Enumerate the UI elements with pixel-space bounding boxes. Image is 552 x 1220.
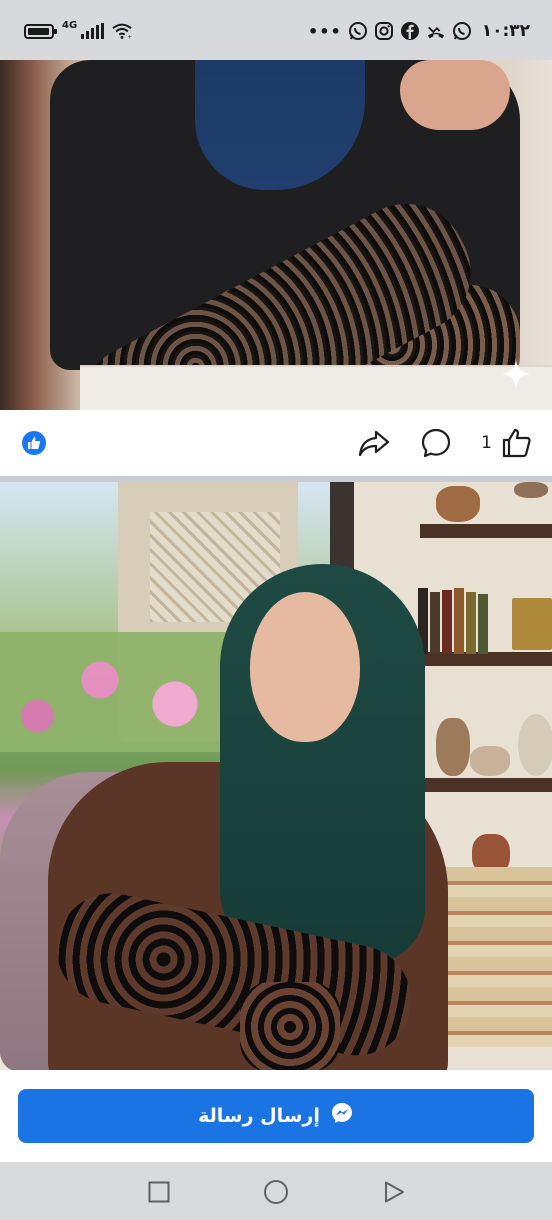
network-type-label: 4G xyxy=(62,20,78,31)
home-icon[interactable] xyxy=(262,1178,290,1206)
battery-icon xyxy=(24,23,57,39)
send-message-label: إرسال رسالة xyxy=(198,1105,320,1127)
instagram-icon xyxy=(374,21,394,41)
like-group[interactable]: 1 xyxy=(481,426,534,460)
signal-icon xyxy=(81,23,105,39)
comment-icon[interactable] xyxy=(419,426,453,460)
send-message-button[interactable]: إرسال رسالة xyxy=(18,1089,534,1143)
photo-shelf xyxy=(412,778,552,792)
photo-frame xyxy=(512,598,552,650)
photo-blanket xyxy=(440,867,552,1047)
overflow-dots: ••• xyxy=(308,21,342,41)
like-count: 1 xyxy=(481,433,492,453)
like-badge-icon[interactable] xyxy=(22,431,46,455)
photo-pot xyxy=(514,482,548,498)
whatsapp-icon xyxy=(348,21,368,41)
photo-plate xyxy=(518,714,552,776)
messenger-icon xyxy=(330,1101,354,1131)
whatsapp-icon xyxy=(452,21,472,41)
like-icon[interactable] xyxy=(500,426,534,460)
photo-shelf xyxy=(412,652,552,666)
photo-book xyxy=(466,592,476,654)
share-icon[interactable] xyxy=(357,426,391,460)
photo-book xyxy=(442,590,452,654)
reaction-actions: 1 xyxy=(357,426,534,460)
photo-book xyxy=(430,592,440,654)
photo-shelf xyxy=(420,524,552,538)
photo-pot xyxy=(436,486,480,522)
facebook-icon xyxy=(400,21,420,41)
photo-book xyxy=(454,588,464,654)
photo-book xyxy=(478,594,488,654)
missed-call-icon xyxy=(426,21,446,41)
photo-pot xyxy=(436,718,470,776)
svg-text:+: + xyxy=(128,34,133,40)
post-image-2[interactable] xyxy=(0,482,552,1070)
photo-pot xyxy=(470,746,510,776)
photo-flowers xyxy=(0,632,250,752)
photo-dotted-sleeve xyxy=(240,982,340,1070)
back-icon[interactable] xyxy=(380,1178,408,1206)
recents-icon[interactable] xyxy=(145,1178,173,1206)
status-bar: 4G + ••• ١٠:٣٢ xyxy=(0,0,552,60)
photo-hand xyxy=(400,60,510,130)
photo-table xyxy=(80,365,552,410)
sparkle-icon xyxy=(500,358,532,390)
post-image-1[interactable] xyxy=(0,60,552,410)
photo-face xyxy=(250,592,360,742)
reaction-bar: 1 xyxy=(0,410,552,476)
status-bar-right: ••• ١٠:٣٢ xyxy=(308,18,530,44)
status-time: ١٠:٣٢ xyxy=(481,21,530,41)
status-bar-left: 4G + xyxy=(24,18,132,44)
wifi-icon: + xyxy=(112,21,132,41)
system-nav-bar xyxy=(0,1162,552,1220)
cta-area: إرسال رسالة xyxy=(0,1070,552,1162)
